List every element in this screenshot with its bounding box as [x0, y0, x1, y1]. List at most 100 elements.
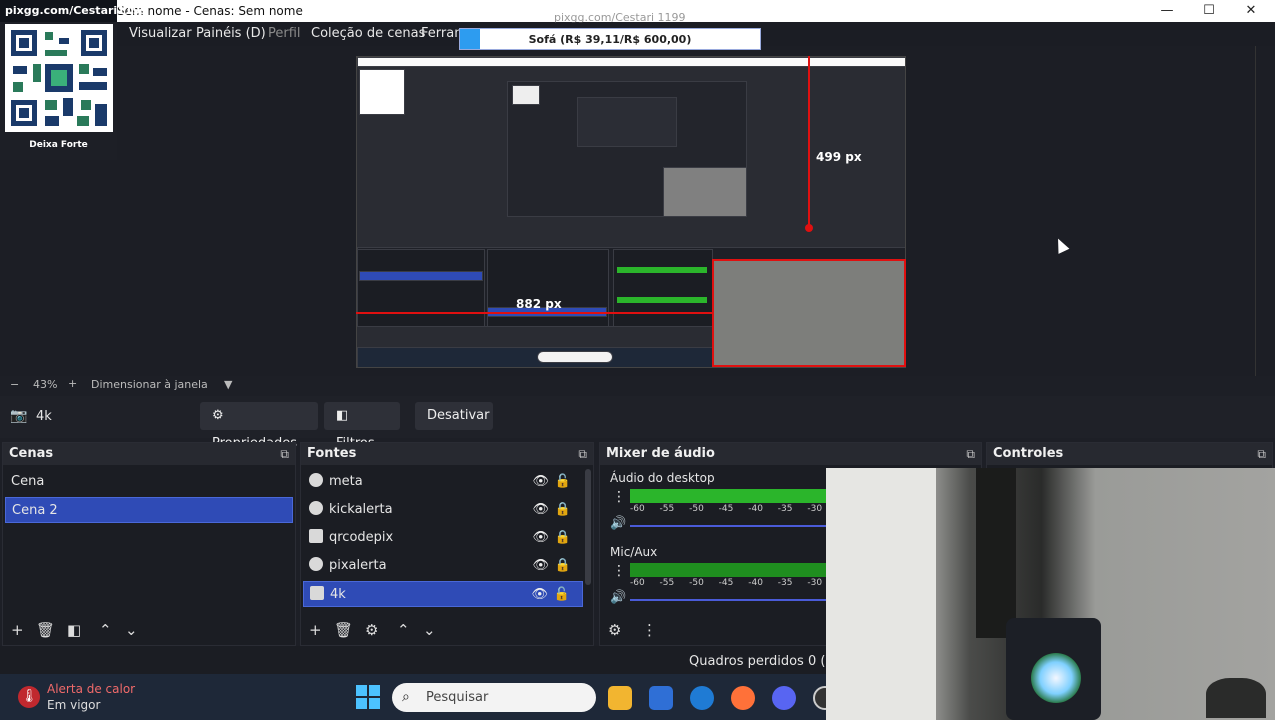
- donation-goal-bar: Sofá (R$ 39,11/R$ 600,00): [459, 28, 761, 50]
- move-up-button[interactable]: ⌃: [397, 621, 410, 639]
- thermometer-icon[interactable]: 🌡: [18, 686, 40, 708]
- taskbar-search-input[interactable]: ⌕ Pesquisar: [392, 683, 596, 712]
- donation-text: Sofá (R$ 39,11/R$ 600,00): [528, 33, 692, 46]
- webcam-feed: [826, 468, 1275, 720]
- close-button[interactable]: ✕: [1236, 2, 1266, 20]
- search-placeholder: Pesquisar: [426, 690, 489, 705]
- add-scene-button[interactable]: +: [11, 621, 24, 639]
- filters-button[interactable]: ◧ Filtros: [324, 402, 400, 451]
- source-name: meta: [329, 474, 363, 489]
- controls-title: Controles: [993, 446, 1064, 461]
- channel-name: Áudio do desktop: [610, 471, 715, 485]
- scene-item-cena-2[interactable]: Cena 2: [5, 497, 293, 523]
- kebab-menu-icon[interactable]: ⋮: [612, 563, 626, 579]
- weather-alert-title[interactable]: Alerta de calor: [47, 682, 135, 696]
- eye-icon[interactable]: 👁: [532, 469, 549, 495]
- selected-source-name: 4k: [36, 409, 52, 424]
- move-up-button[interactable]: ⌃: [99, 621, 112, 639]
- discord-icon[interactable]: [772, 686, 796, 710]
- undock-icon[interactable]: ⧉: [578, 443, 587, 465]
- speaker-icon[interactable]: 🔊: [610, 516, 626, 531]
- chevron-down-icon[interactable]: ▼: [224, 378, 232, 391]
- faint-overlay-title: pixgg.com/Cestari 1199: [554, 11, 686, 24]
- volume-slider[interactable]: [630, 599, 830, 601]
- eye-icon[interactable]: 👁: [531, 582, 548, 608]
- browser-icon: [309, 557, 323, 571]
- search-icon: ⌕: [402, 689, 410, 705]
- source-name: 4k: [330, 587, 346, 602]
- scenes-dock: Cenas ⧉ Cena Cena 2 + 🗑 ◧ ⌃ ⌄: [2, 442, 296, 646]
- maximize-button[interactable]: ☐: [1194, 2, 1224, 20]
- move-down-button[interactable]: ⌄: [423, 621, 436, 639]
- source-item[interactable]: kickalerta 👁 🔒: [303, 497, 583, 523]
- eye-icon[interactable]: 👁: [532, 525, 549, 551]
- menu-perfil[interactable]: Perfil: [268, 26, 301, 41]
- source-toolbar: 📷 4k ⚙ Propriedades ◧ Filtros Desativar: [0, 396, 1275, 451]
- qr-code-icon: [5, 24, 113, 132]
- sources-dock: Fontes ⧉ meta 👁 🔓 kickalerta 👁 🔒 qrcodep…: [300, 442, 594, 646]
- sources-title: Fontes: [307, 446, 357, 461]
- browser-icon: [309, 501, 323, 515]
- undock-icon[interactable]: ⧉: [1257, 443, 1266, 465]
- deactivate-button[interactable]: Desativar: [415, 402, 493, 430]
- lock-icon[interactable]: 🔒: [555, 553, 571, 579]
- menu-visualizar[interactable]: Visualizar: [129, 26, 192, 41]
- camera-icon: 📷: [10, 408, 28, 424]
- scrollbar[interactable]: [585, 469, 591, 585]
- qr-overlay: pixgg.com/Cestari1199 Deixa Forte: [0, 0, 148, 160]
- scene-item-cena[interactable]: Cena: [5, 469, 293, 495]
- lock-icon[interactable]: 🔓: [554, 582, 570, 608]
- meter-ticks: -60 -55 -50 -45 -40 -35 -30: [630, 578, 823, 588]
- source-name: qrcodepix: [329, 530, 394, 545]
- source-item[interactable]: pixalerta 👁 🔒: [303, 553, 583, 579]
- weather-alert-subtitle: Em vigor: [47, 698, 101, 712]
- kebab-menu-icon[interactable]: ⋮: [612, 489, 626, 505]
- scenes-header: Cenas ⧉: [3, 443, 295, 465]
- menu-colecao-cenas[interactable]: Coleção de cenas: [311, 26, 425, 41]
- mixer-header: Mixer de áudio ⧉: [600, 443, 981, 465]
- lock-icon[interactable]: 🔓: [555, 469, 571, 495]
- properties-button[interactable]: ⚙ Propriedades: [200, 402, 318, 451]
- firefox-icon[interactable]: [731, 686, 755, 710]
- zoom-out-button[interactable]: −: [10, 378, 19, 391]
- zoom-in-button[interactable]: +: [68, 377, 77, 390]
- add-source-button[interactable]: +: [309, 621, 322, 639]
- selection-bounding-box[interactable]: [712, 259, 906, 367]
- mixer-title: Mixer de áudio: [606, 446, 715, 461]
- move-down-button[interactable]: ⌄: [125, 621, 138, 639]
- qr-caption: Deixa Forte: [29, 140, 88, 150]
- eye-icon[interactable]: 👁: [532, 497, 549, 523]
- zoom-bar: − 43% + Dimensionar à janela ▼: [0, 376, 1275, 394]
- menu-paineis[interactable]: Painéis (D): [196, 26, 266, 41]
- lock-icon[interactable]: 🔒: [555, 525, 571, 551]
- gear-icon[interactable]: ⚙: [365, 621, 378, 639]
- browser-icon: [309, 473, 323, 487]
- volume-meter: [630, 489, 830, 503]
- undock-icon[interactable]: ⧉: [966, 443, 975, 465]
- scene-filters-icon[interactable]: ◧: [67, 621, 81, 639]
- volume-slider[interactable]: [630, 525, 830, 527]
- lock-icon[interactable]: 🔒: [555, 497, 571, 523]
- undock-icon[interactable]: ⧉: [280, 443, 289, 465]
- zoom-fit-select[interactable]: Dimensionar à janela: [91, 378, 208, 391]
- source-item[interactable]: 4k 👁 🔓: [303, 581, 583, 607]
- camera-icon: [310, 586, 324, 600]
- speaker-icon[interactable]: 🔊: [610, 590, 626, 605]
- outlook-icon[interactable]: [690, 686, 714, 710]
- controls-header: Controles ⧉: [987, 443, 1272, 465]
- eye-icon[interactable]: 👁: [532, 553, 549, 579]
- store-icon[interactable]: [649, 686, 673, 710]
- trash-icon[interactable]: 🗑: [36, 621, 55, 639]
- source-item[interactable]: meta 👁 🔓: [303, 469, 583, 495]
- filter-icon: ◧: [336, 408, 349, 423]
- resize-handle[interactable]: [805, 224, 813, 232]
- gear-icon[interactable]: ⚙: [608, 621, 621, 639]
- kebab-menu-icon[interactable]: ⋮: [642, 621, 657, 639]
- sources-header: Fontes ⧉: [301, 443, 593, 465]
- minimize-button[interactable]: —: [1152, 2, 1182, 20]
- volume-meter: [630, 563, 830, 577]
- file-explorer-icon[interactable]: [608, 686, 632, 710]
- windows-start-icon[interactable]: [356, 685, 380, 709]
- trash-icon[interactable]: 🗑: [334, 621, 353, 639]
- source-item[interactable]: qrcodepix 👁 🔒: [303, 525, 583, 551]
